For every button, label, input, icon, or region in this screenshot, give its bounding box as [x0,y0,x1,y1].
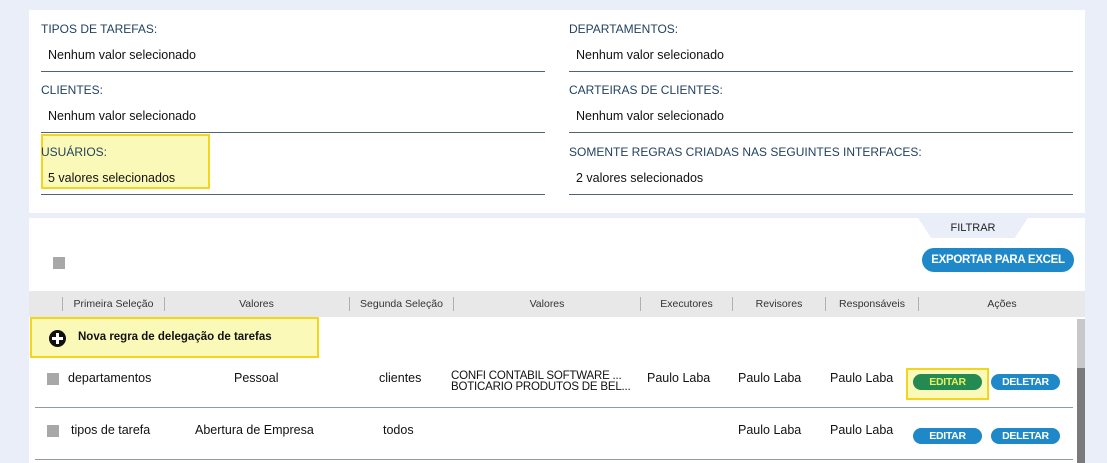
plus-circle-icon [49,330,66,347]
row-checkbox[interactable] [47,373,59,385]
scrollbar-thumb[interactable] [1077,368,1085,463]
column-header-executores[interactable]: Executores [641,291,732,317]
export-excel-button[interactable]: EXPORTAR PARA EXCEL [922,248,1074,272]
new-rule-button[interactable]: Nova regra de delegação de tarefas [30,317,319,358]
cell-valores-1: Abertura de Empresa [195,423,314,437]
field-underline [41,132,545,133]
table-row: tipos de tarefa Abertura de Empresa todo… [29,408,1075,460]
delete-button[interactable]: DELETAR [991,428,1060,444]
cell-segunda-selecao: todos [383,423,414,437]
tipos-de-tarefas-value[interactable]: Nenhum valor selecionado [48,48,196,62]
column-header-responsaveis[interactable]: Responsáveis [826,291,918,317]
usuarios-label: USUÁRIOS: [41,145,108,159]
filtrar-label: FILTRAR [950,222,996,234]
somente-regras-label: SOMENTE REGRAS CRIADAS NAS SEGUINTES INT… [569,145,922,159]
carteiras-de-clientes-value[interactable]: Nenhum valor selecionado [576,109,724,123]
tipos-de-tarefas-label: TIPOS DE TAREFAS: [41,22,158,36]
usuarios-value[interactable]: 5 valores selecionados [48,171,175,185]
select-all-checkbox[interactable] [53,257,65,269]
cell-executores: Paulo Laba [647,371,711,385]
edit-button[interactable]: EDITAR [913,428,982,444]
cell-revisores: Paulo Laba [738,371,802,385]
cell-responsaveis: Paulo Laba [830,371,894,385]
cell-primeira-selecao: departamentos [68,371,152,385]
column-header-valores-2[interactable]: Valores [454,291,640,317]
somente-regras-value[interactable]: 2 valores selecionados [576,171,703,185]
field-underline [41,194,545,195]
carteiras-de-clientes-label: CARTEIRAS DE CLIENTES: [569,83,723,97]
column-header-revisores[interactable]: Revisores [733,291,825,317]
cell-valores-2-line-2: BOTICARIO PRODUTOS DE BEL... [451,381,631,393]
departamentos-label: DEPARTAMENTOS: [569,22,679,36]
table-row: departamentos Pessoal clientes CONFI CON… [29,356,1075,408]
filtrar-tab[interactable]: FILTRAR [918,218,1028,238]
column-header-segunda-selecao[interactable]: Segunda Seleção [350,291,453,317]
clientes-value[interactable]: Nenhum valor selecionado [48,109,196,123]
table-header: Primeira Seleção Valores Segunda Seleção… [29,291,1085,317]
cell-primeira-selecao: tipos de tarefa [71,423,151,437]
cell-revisores: Paulo Laba [738,423,802,437]
column-header-primeira-selecao[interactable]: Primeira Seleção [63,291,164,317]
new-rule-label: Nova regra de delegação de tarefas [78,331,272,343]
row-divider [35,459,1073,460]
field-underline [569,132,1073,133]
departamentos-value[interactable]: Nenhum valor selecionado [576,48,724,62]
field-underline [569,71,1073,72]
cell-segunda-selecao: clientes [379,371,422,385]
field-underline [569,194,1073,195]
column-header-valores-1[interactable]: Valores [165,291,348,317]
field-underline [41,71,545,72]
column-header-acoes: Ações [987,298,1017,310]
rules-panel: FILTRAR EXPORTAR PARA EXCEL Primeira Sel… [29,218,1085,463]
filter-panel: TIPOS DE TAREFAS: Nenhum valor seleciona… [29,10,1085,213]
clientes-label: CLIENTES: [41,83,104,97]
delete-button[interactable]: DELETAR [991,374,1060,390]
cell-responsaveis: Paulo Laba [830,423,894,437]
row-checkbox[interactable] [47,425,59,437]
edit-button[interactable]: EDITAR [913,374,982,390]
cell-valores-1: Pessoal [234,371,279,385]
